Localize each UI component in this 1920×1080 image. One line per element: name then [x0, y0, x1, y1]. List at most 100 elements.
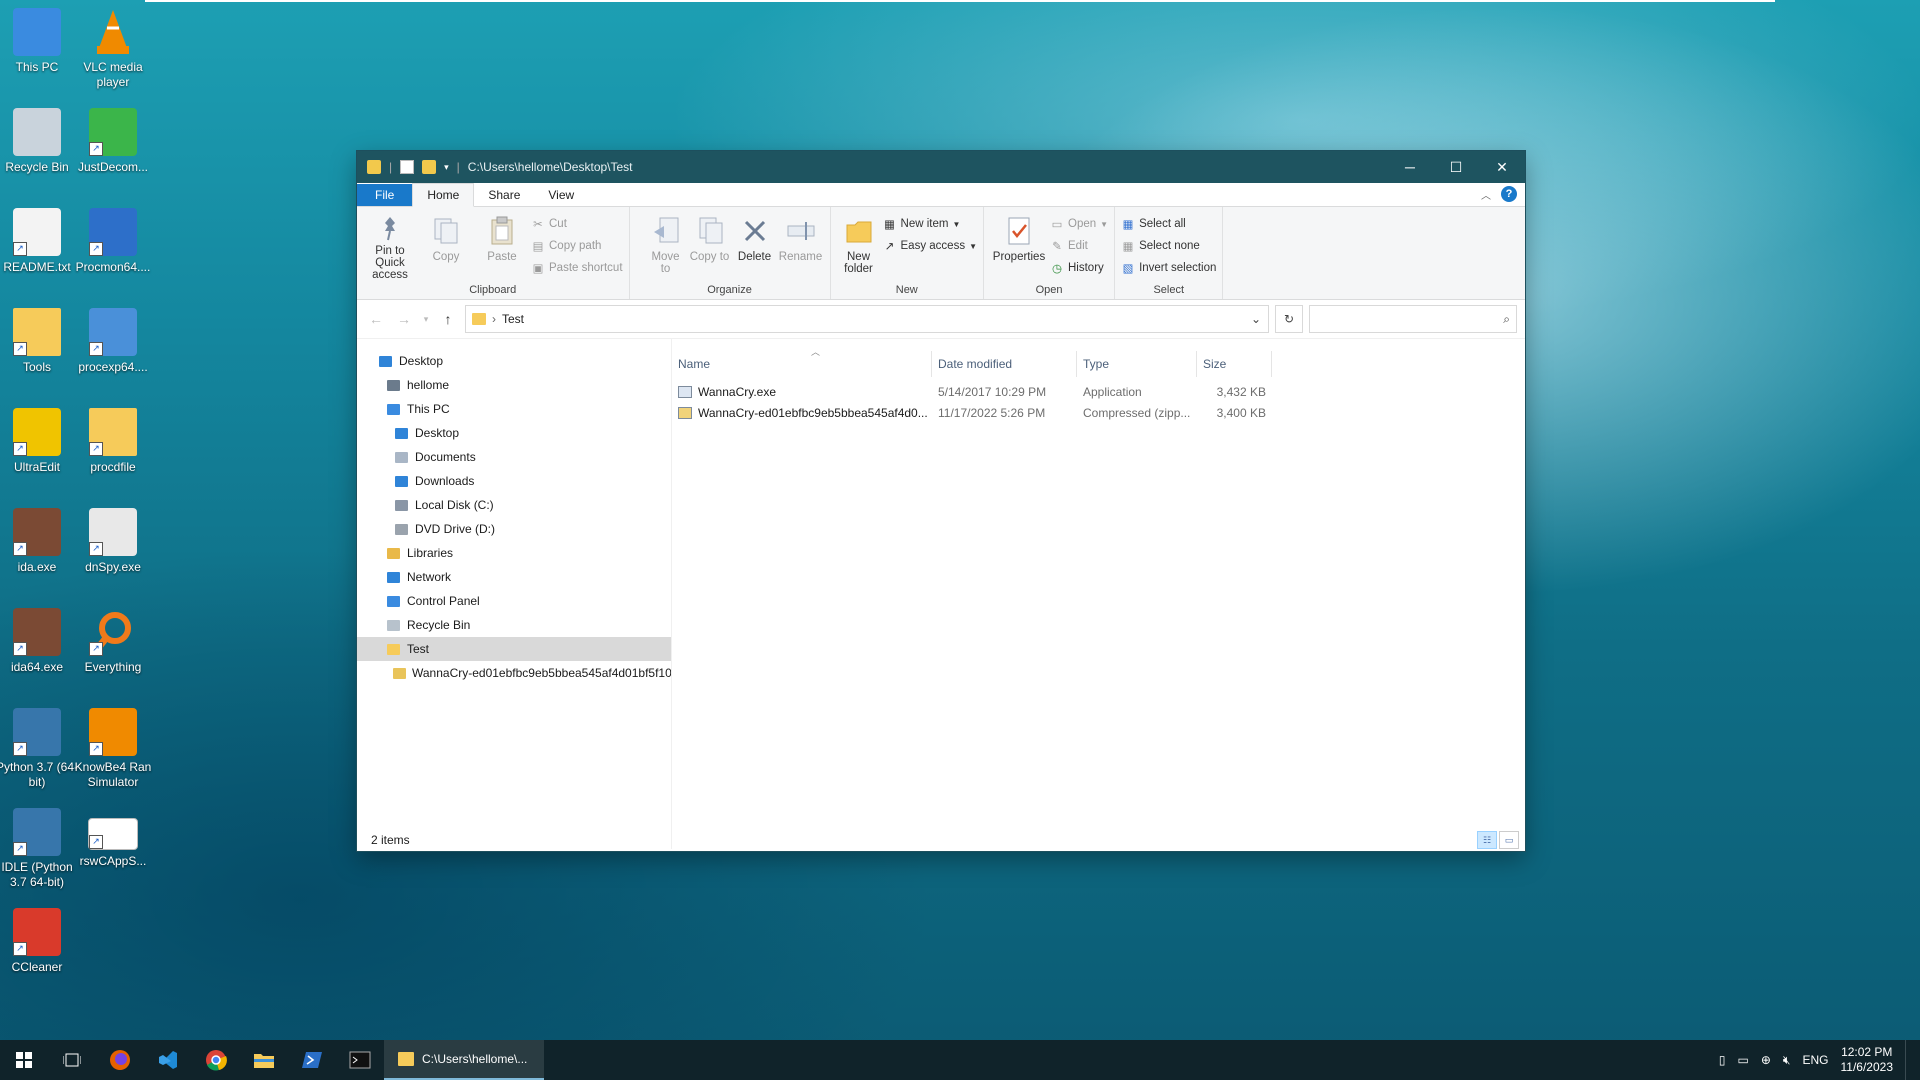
collapse-ribbon-icon[interactable]: ︿ [1481, 187, 1491, 202]
breadcrumb[interactable]: Test [502, 312, 524, 326]
properties-icon[interactable] [400, 160, 415, 174]
properties-button[interactable]: Properties [990, 211, 1048, 281]
nav-item[interactable]: Network [357, 565, 671, 589]
folder-icon [385, 641, 401, 657]
title-bar[interactable]: | ▾ | C:\Users\hellome\Desktop\Test ─ ☐ … [357, 151, 1525, 183]
tab-file[interactable]: File [357, 184, 413, 206]
edit-button[interactable]: ✎ Edit [1050, 237, 1108, 255]
desktop-shortcut[interactable]: ↗ procdfile [68, 408, 158, 475]
network-globe-icon[interactable]: ⊕ [1761, 1053, 1771, 1067]
keyboard-icon[interactable]: ▭ [1738, 1053, 1749, 1067]
large-icons-view-icon[interactable]: ▭ [1499, 831, 1519, 849]
refresh-button[interactable]: ↻ [1275, 305, 1303, 333]
paste-label: Paste [487, 251, 517, 263]
invert-selection-button[interactable]: ▧ Invert selection [1121, 259, 1217, 277]
new-item-button[interactable]: ▦ New item ▼ [883, 215, 977, 233]
volume-muted-icon[interactable]: 🔇︎ [1783, 1053, 1791, 1068]
copy-to-button[interactable]: Copy to [688, 211, 732, 281]
nav-item[interactable]: Local Disk (C:) [357, 493, 671, 517]
column-header-type[interactable]: Type [1077, 351, 1197, 377]
maximize-button[interactable]: ☐ [1433, 151, 1479, 183]
desktop-shortcut[interactable]: ↗ rswCAppS... [68, 808, 158, 869]
chrome-taskbar-button[interactable] [192, 1040, 240, 1080]
tab-share[interactable]: Share [474, 184, 534, 206]
explorer-task-button[interactable]: C:\Users\hellome\... [384, 1040, 544, 1080]
nav-item[interactable]: This PC [357, 397, 671, 421]
desktop-shortcut-label: VLC media player [83, 60, 143, 89]
start-button[interactable] [0, 1040, 48, 1080]
terminal-taskbar-button[interactable] [336, 1040, 384, 1080]
forward-icon[interactable]: → [393, 311, 415, 327]
paste-button[interactable]: Paste [475, 211, 529, 281]
column-header-date[interactable]: Date modified [932, 351, 1077, 377]
select-none-button[interactable]: ▦ Select none [1121, 237, 1216, 255]
tab-view[interactable]: View [534, 184, 588, 206]
usb-icon[interactable]: ▯ [1719, 1053, 1726, 1067]
details-view-icon[interactable]: ☷ [1477, 831, 1497, 849]
up-icon[interactable]: ↑ [437, 311, 459, 327]
nav-item[interactable]: Test [357, 637, 671, 661]
nav-item[interactable]: DVD Drive (D:) [357, 517, 671, 541]
desktop-shortcut[interactable]: ↗ procexp64.... [68, 308, 158, 375]
vscode-taskbar-button[interactable] [144, 1040, 192, 1080]
copy-to-label: Copy to [689, 251, 730, 263]
file-row[interactable]: WannaCry-ed01ebfbc9eb5bbea545af4d0... 11/… [672, 402, 1525, 423]
column-header-name[interactable]: Name [672, 351, 932, 377]
nav-item[interactable]: Desktop [357, 349, 671, 373]
desktop-shortcut[interactable]: ↗ JustDecom... [68, 108, 158, 175]
tab-home[interactable]: Home [412, 183, 475, 207]
firefox-taskbar-button[interactable] [96, 1040, 144, 1080]
nav-item[interactable]: WannaCry-ed01ebfbc9eb5bbea545af4d01bf5f1… [357, 661, 671, 685]
powershell-taskbar-button[interactable] [288, 1040, 336, 1080]
copy-path-button[interactable]: ▤ Copy path [531, 237, 623, 255]
customize-qa-icon[interactable]: ▾ [444, 162, 449, 173]
desktop-shortcut[interactable]: VLC media player [68, 8, 158, 90]
desktop-shortcut[interactable]: ↗ Procmon64.... [68, 208, 158, 275]
select-all-button[interactable]: ▦ Select all [1121, 215, 1216, 233]
move-to-button[interactable]: Move to [646, 211, 686, 281]
search-input[interactable]: ⌕ [1309, 305, 1517, 333]
nav-item[interactable]: hellome [357, 373, 671, 397]
new-folder-icon[interactable] [422, 160, 437, 174]
delete-button[interactable]: Delete [734, 211, 776, 281]
paste-shortcut-button[interactable]: ▣ Paste shortcut [531, 259, 623, 277]
desktop-shortcut[interactable]: ↗ Everything [68, 608, 158, 675]
nav-item[interactable]: Libraries [357, 541, 671, 565]
help-icon[interactable]: ? [1501, 186, 1517, 202]
new-folder-button[interactable]: New folder [837, 211, 881, 281]
recent-locations-icon[interactable]: ▾ [421, 314, 431, 325]
new-item-icon: ▦ [884, 219, 895, 231]
chevron-down-icon[interactable]: ⌄ [1244, 312, 1268, 326]
copy-button[interactable]: Copy [419, 211, 473, 281]
shortcut-arrow-icon: ↗ [13, 242, 27, 256]
desktop-shortcut[interactable]: ↗ KnowBe4 Ran Simulator [68, 708, 158, 790]
organize-group: Move to Copy to Delete Rename Organize [630, 207, 831, 299]
rename-button[interactable]: Rename [778, 211, 824, 281]
file-explorer-taskbar-button[interactable] [240, 1040, 288, 1080]
file-type: Compressed (zipp... [1083, 405, 1191, 420]
history-button[interactable]: ◷ History [1050, 259, 1108, 277]
nav-item[interactable]: Desktop [357, 421, 671, 445]
pin-quick-access-button[interactable]: Pin to Quick access [363, 211, 417, 281]
nav-item[interactable]: Documents [357, 445, 671, 469]
nav-item[interactable]: Control Panel [357, 589, 671, 613]
desktop-shortcut[interactable]: ↗ dnSpy.exe [68, 508, 158, 575]
minimize-button[interactable]: ─ [1387, 151, 1433, 183]
file-name-cell: WannaCry.exe [672, 385, 932, 399]
clock[interactable]: 12:02 PM 11/6/2023 [1841, 1045, 1894, 1075]
task-view-button[interactable] [48, 1040, 96, 1080]
easy-access-button[interactable]: ↗ Easy access ▼ [883, 237, 977, 255]
show-desktop-button[interactable] [1905, 1040, 1910, 1080]
shortcut-arrow-icon: ↗ [89, 142, 103, 156]
language-indicator[interactable]: ENG [1802, 1053, 1828, 1067]
column-header-size[interactable]: Size [1197, 351, 1272, 377]
cut-button[interactable]: ✂ Cut [531, 215, 623, 233]
address-bar[interactable]: › Test ⌄ [465, 305, 1269, 333]
close-button[interactable]: ✕ [1479, 151, 1525, 183]
desktop-shortcut[interactable]: ↗ CCleaner [0, 908, 82, 975]
back-icon[interactable]: ← [365, 311, 387, 327]
file-row[interactable]: WannaCry.exe 5/14/2017 10:29 PM Applicatio… [672, 381, 1525, 402]
nav-item[interactable]: Recycle Bin [357, 613, 671, 637]
open-button[interactable]: ▭ Open ▼ [1050, 215, 1109, 233]
nav-item[interactable]: Downloads [357, 469, 671, 493]
